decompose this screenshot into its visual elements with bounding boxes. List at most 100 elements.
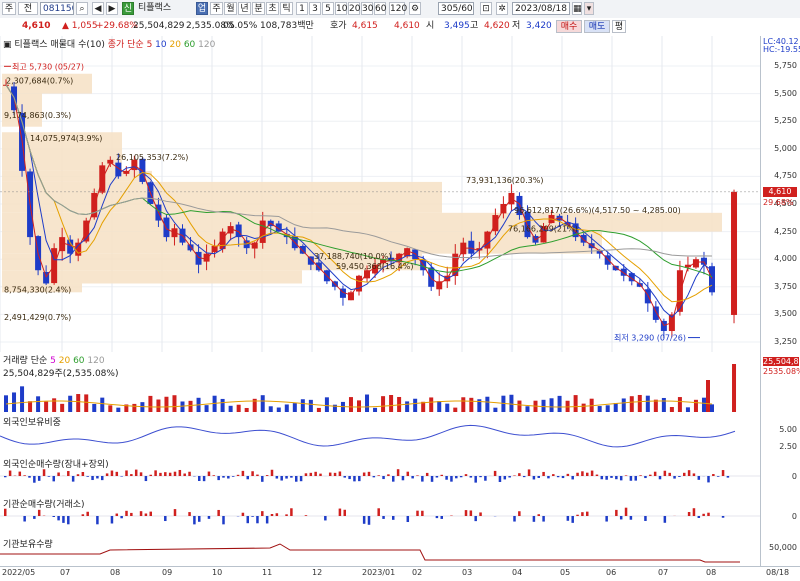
calendar-icon[interactable]: ▦ <box>572 2 582 15</box>
gear-icon[interactable]: ✲ <box>496 2 508 15</box>
in-bar-38 <box>188 512 191 516</box>
in-bar-51 <box>251 516 254 517</box>
fn-bar-68 <box>334 473 337 476</box>
ma-5-label: 5 <box>147 40 153 50</box>
period-button-3[interactable]: 분 <box>252 2 265 15</box>
in-bar-148 <box>722 516 725 518</box>
volume-pane[interactable]: 거래량 단순 5 20 60 120 25,504,829주(2,535.08%… <box>0 352 760 415</box>
fn-bar-56 <box>276 476 279 479</box>
x-label-4: 10 <box>212 568 222 577</box>
volume-bar-7 <box>60 404 64 412</box>
fn-tick-0: 0 <box>792 472 797 481</box>
foreign-ratio-pane[interactable]: 외국인보유비중 <box>0 414 760 457</box>
volume-bar-40 <box>325 397 329 412</box>
minute-button-3[interactable]: 3 <box>309 2 321 15</box>
volume-bar-70 <box>566 401 570 412</box>
count-field[interactable]: 305/600 <box>438 2 474 15</box>
stock-code-input[interactable]: 081150 <box>40 2 74 15</box>
fn-bar-29 <box>145 476 148 481</box>
in-bar-28 <box>140 511 143 516</box>
period-button-1[interactable]: 월 <box>224 2 237 15</box>
hc-label: HC:-19.55 <box>763 45 800 54</box>
minute-button-5[interactable]: 5 <box>322 2 334 15</box>
minute-button-20[interactable]: 20 <box>348 2 360 15</box>
period-button-4[interactable]: 초 <box>266 2 279 15</box>
price-pane[interactable]: 최고 5,730 (05/27)최저 3,290 (07/26)2,307,68… <box>0 36 760 353</box>
fn-bar-27 <box>135 470 138 476</box>
eval-button[interactable]: 평 <box>612 20 626 33</box>
in-bar-129 <box>630 516 633 520</box>
fn-bar-85 <box>416 475 419 476</box>
period-button-0[interactable]: 주 <box>210 2 223 15</box>
fn-bar-51 <box>251 471 254 476</box>
period-button-5[interactable]: 틱 <box>280 2 293 15</box>
fn-bar-146 <box>712 474 715 476</box>
in-bar-4 <box>23 516 26 521</box>
fn-bar-102 <box>499 476 502 482</box>
volume-bar-61 <box>493 408 497 412</box>
next-stock-icon[interactable]: ▶ <box>106 2 118 15</box>
fn-bar-24 <box>120 476 123 477</box>
minute-button-30[interactable]: 30 <box>361 2 373 15</box>
fn-bar-130 <box>635 476 638 481</box>
minute-button-10[interactable]: 10 <box>335 2 347 15</box>
candle-body-87 <box>701 258 707 265</box>
x-label-8: 02 <box>412 568 422 577</box>
buy-button[interactable]: 매수 <box>556 20 582 33</box>
x-label-3: 09 <box>162 568 172 577</box>
pane-checkbox-icon[interactable]: ▣ <box>3 40 12 50</box>
sin-badge[interactable]: 신 <box>122 2 134 15</box>
menu-button[interactable]: 주 <box>2 2 16 15</box>
inst-hold-pane[interactable]: 기관보유수량 <box>0 536 760 567</box>
foreign-net-pane[interactable]: 외국인순매수량(장내+장외) <box>0 456 760 497</box>
volume-bar-77 <box>622 398 626 412</box>
in-bar-52 <box>256 516 259 523</box>
x-axis[interactable]: 2022/050708091011122023/0102030405060708… <box>0 566 800 581</box>
volume-bar-64 <box>517 401 521 412</box>
minute-button-120[interactable]: 120 <box>389 2 405 15</box>
chart-type-button[interactable]: 업 <box>196 2 208 15</box>
volume-tag: 25,504,82 <box>763 357 799 366</box>
in-bar-106 <box>518 511 521 516</box>
fn-bar-104 <box>508 476 511 477</box>
in-bar-144 <box>702 514 705 516</box>
date-down-icon[interactable]: ▾ <box>584 2 594 15</box>
price-scale[interactable]: 5,7505,5005,2505,0004,7504,5004,2504,000… <box>760 36 800 352</box>
in-bar-110 <box>538 514 541 516</box>
price-tick-10: 3,250 <box>774 337 797 346</box>
fn-bar-3 <box>19 472 22 476</box>
in-bar-105 <box>513 516 516 522</box>
minute-button-1[interactable]: 1 <box>296 2 308 15</box>
fn-bar-106 <box>518 473 521 476</box>
settings-icon[interactable]: ⚙ <box>409 2 421 15</box>
fn-bar-116 <box>567 474 570 476</box>
fn-bar-95 <box>465 474 468 476</box>
in-bar-96 <box>470 510 473 516</box>
quote-bar: 4,610 ▲ 1,055 +29.68% 25,504,829 2,535.0… <box>0 18 800 37</box>
volume-bar-22 <box>181 401 185 412</box>
period-button-2[interactable]: 년 <box>238 2 251 15</box>
stock-name: 티플랙스 <box>136 2 188 15</box>
prev-stock-icon[interactable]: ◀ <box>92 2 104 15</box>
fn-bar-44 <box>217 476 220 480</box>
in-bar-16 <box>82 514 85 516</box>
price-chart[interactable]: 최고 5,730 (05/27)최저 3,290 (07/26)2,307,68… <box>0 36 760 352</box>
market-select[interactable]: 전 <box>18 2 38 15</box>
date-field[interactable]: 2023/08/18 <box>512 2 570 15</box>
minute-button-60[interactable]: 60 <box>374 2 386 15</box>
inst-net-pane[interactable]: 기관순매수량(거래소) <box>0 496 760 537</box>
in-bar-56 <box>276 513 279 516</box>
search-icon[interactable]: ⌕ <box>76 2 88 15</box>
fn-bar-20 <box>101 476 104 480</box>
fn-bar-136 <box>664 471 667 476</box>
volume-title-text: 거래량 단순 <box>3 356 47 366</box>
fn-bar-143 <box>698 476 701 480</box>
x-label-1: 07 <box>60 568 70 577</box>
fn-bar-142 <box>693 473 696 476</box>
in-bar-49 <box>242 513 245 516</box>
volume-bar-28 <box>229 406 233 412</box>
volume-bar-72 <box>582 404 586 412</box>
camera-icon[interactable]: ⊡ <box>480 2 492 15</box>
fn-bar-13 <box>67 471 70 476</box>
sell-button[interactable]: 매도 <box>584 20 610 33</box>
